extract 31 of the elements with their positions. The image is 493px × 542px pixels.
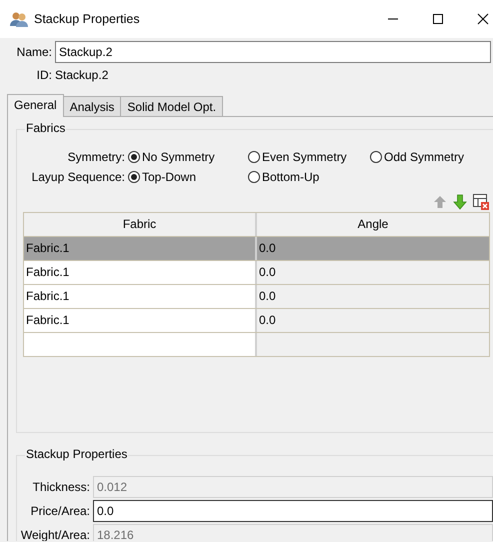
table-cell[interactable]: Fabric.1 <box>24 309 255 332</box>
radio-button[interactable]: Odd Symmetry <box>370 150 493 164</box>
field-label: Name: <box>16 45 52 59</box>
tab[interactable]: General <box>7 94 64 117</box>
radio-button[interactable]: Top-Down <box>128 170 248 184</box>
field-label: Price/Area: <box>30 504 91 518</box>
table-cell[interactable]: Fabric.1 <box>24 261 255 284</box>
field-label: Thickness: <box>32 480 91 494</box>
maximize-icon[interactable] <box>432 13 444 25</box>
radio-button[interactable]: Even Symmetry <box>248 150 370 164</box>
id-value: Stackup.2 <box>55 68 108 82</box>
field-label: Symmetry: <box>66 150 126 164</box>
group-title: Stackup Properties <box>25 447 128 461</box>
people-icon <box>10 11 28 27</box>
close-icon[interactable] <box>477 13 489 25</box>
radio-button[interactable]: No Symmetry <box>128 150 248 164</box>
field-label: ID: <box>36 68 52 82</box>
input-field[interactable]: 0.0 <box>93 500 493 522</box>
radio-button[interactable]: Bottom-Up <box>248 170 370 184</box>
table-cell[interactable] <box>24 333 255 356</box>
down-arrow-icon[interactable] <box>453 194 467 210</box>
field-label: Layup Sequence: <box>30 170 126 184</box>
group-title: Fabrics <box>25 121 66 135</box>
tab[interactable]: Analysis <box>62 96 122 116</box>
delete-table-icon[interactable] <box>473 194 489 210</box>
table-cell[interactable]: Fabric.1 <box>24 285 255 308</box>
tab[interactable]: Solid Model Opt. <box>120 96 224 116</box>
table-cell[interactable]: Fabric.1 <box>24 237 255 260</box>
window-title: Stackup Properties <box>34 12 141 26</box>
table-cell[interactable]: 0.0 <box>255 237 489 260</box>
name-field[interactable]: Stackup.2 <box>55 41 491 63</box>
